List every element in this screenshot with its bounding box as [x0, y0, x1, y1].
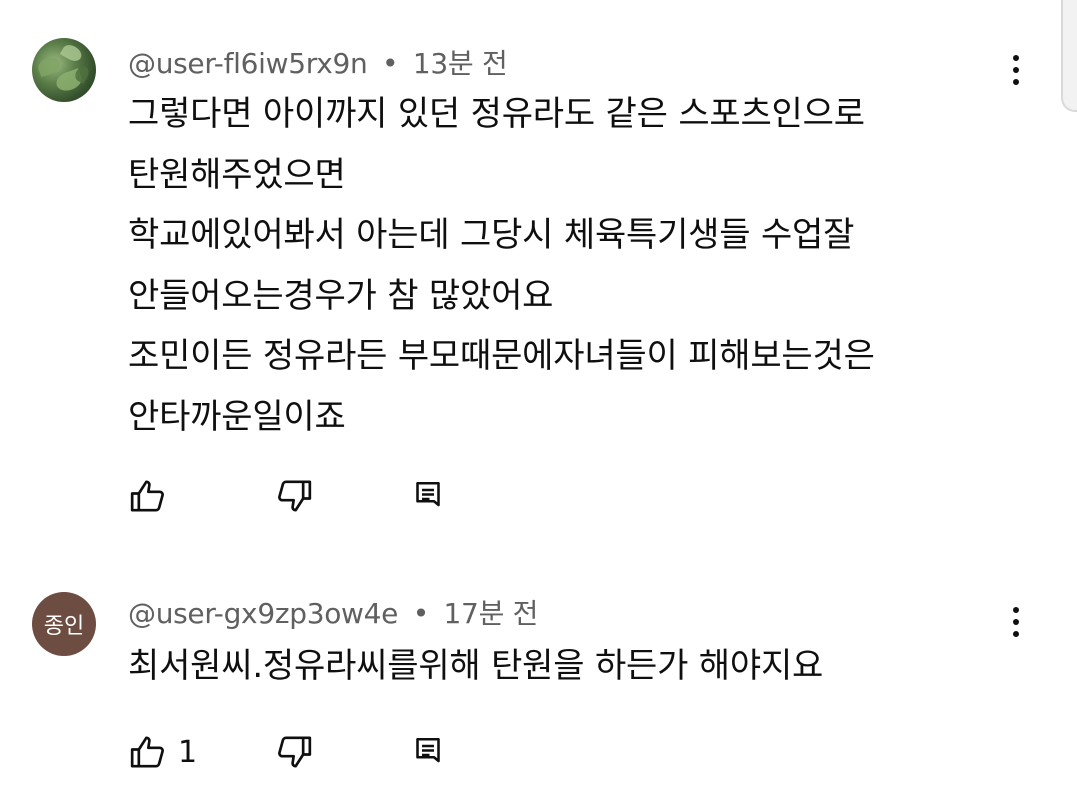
- thumbs-up-icon: [130, 736, 164, 768]
- comment-line: 그렇다면 아이까지 있던 정유라도 같은 스포츠인으로: [128, 94, 865, 134]
- comment-actions: 1: [128, 732, 468, 772]
- reply-comment-icon: [416, 481, 440, 507]
- comment-meta: @user-fl6iw5rx9n • 13분 전: [128, 42, 508, 82]
- like-count: 1: [178, 734, 198, 770]
- thumbs-down-icon: [278, 736, 312, 768]
- author-name[interactable]: @user-gx9zp3ow4e: [128, 597, 398, 630]
- comment-line: 안타까운일이죠: [128, 396, 346, 437]
- leaf-shape: [35, 54, 63, 78]
- like-button[interactable]: 1: [128, 732, 197, 772]
- comment-line: 탄원해주었으면: [128, 154, 346, 195]
- like-button[interactable]: [128, 476, 178, 516]
- avatar[interactable]: 종인: [32, 592, 96, 656]
- dislike-button[interactable]: [274, 732, 314, 772]
- comment-text: 그렇다면 아이까지 있던 정유라도 같은 스포츠인으로 탄원해주었으면 학교에있…: [128, 84, 1008, 447]
- comment-line: 최서원씨.정유라씨를위해 탄원을 하든가 해야지요: [128, 646, 824, 686]
- meta-separator: •: [412, 597, 430, 630]
- comment-time[interactable]: 13분 전: [413, 47, 508, 80]
- avatar-initials: 종인: [43, 614, 85, 639]
- comment-time[interactable]: 17분 전: [444, 597, 539, 630]
- reply-button[interactable]: [410, 476, 446, 516]
- thumbs-down-icon: [278, 480, 312, 512]
- author-name[interactable]: @user-fl6iw5rx9n: [128, 47, 368, 80]
- comment-meta: @user-gx9zp3ow4e • 17분 전: [128, 592, 538, 632]
- comment-text: 최서원씨.정유라씨를위해 탄원을 하든가 해야지요: [128, 636, 1008, 697]
- comment-line: 조민이든 정유라든 부모때문에자녀들이 피해보는것은: [128, 336, 875, 376]
- comment-line: 안들어오는경우가 참 많았어요: [128, 275, 554, 316]
- comment-line: 학교에있어봐서 아는데 그당시 체육특기생들 수업잘: [128, 215, 855, 255]
- scrollbar-edge[interactable]: [1061, 0, 1077, 112]
- thumbs-up-icon: [130, 480, 164, 512]
- leaf-shape: [59, 41, 85, 65]
- avatar[interactable]: [32, 38, 96, 102]
- reply-comment-icon: [416, 737, 440, 763]
- meta-separator: •: [382, 47, 399, 80]
- dislike-button[interactable]: [274, 476, 314, 516]
- reply-button[interactable]: [410, 732, 446, 772]
- comment-actions: [128, 476, 468, 516]
